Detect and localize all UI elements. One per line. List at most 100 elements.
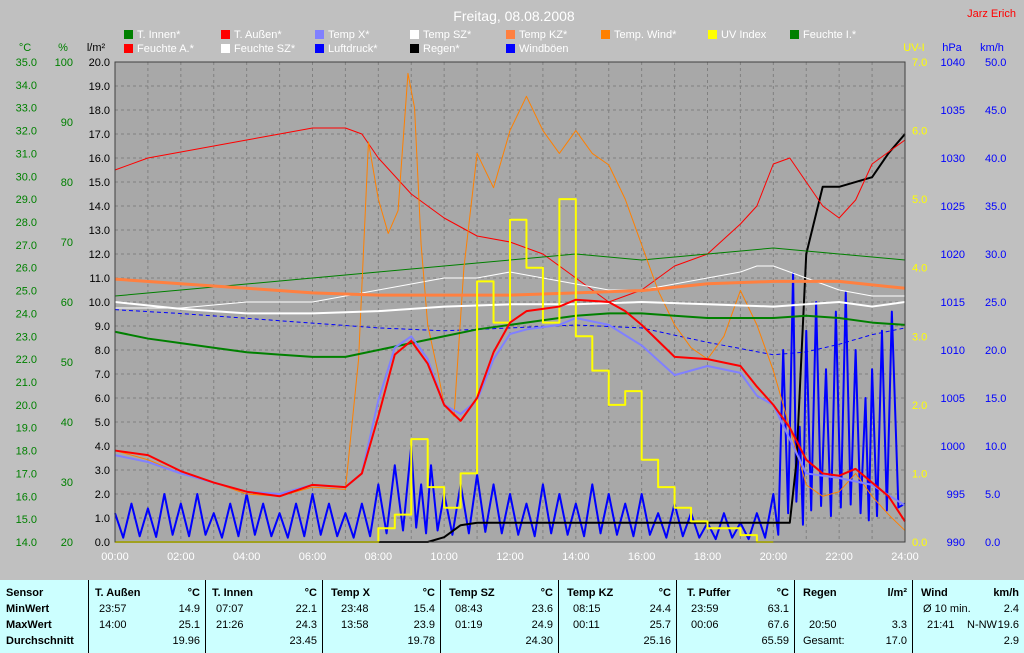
stat-max-val: 23.9 bbox=[413, 619, 435, 631]
stat-header: Regen bbox=[803, 587, 837, 599]
axis-unit-humidity: % bbox=[58, 42, 68, 54]
y-tick-temp: 20.0 bbox=[16, 400, 37, 412]
y-tick-rain: 17.0 bbox=[89, 129, 110, 141]
legend-label: T. Außen* bbox=[234, 29, 282, 41]
legend-label: Feuchte A.* bbox=[137, 43, 195, 55]
legend-label: Temp KZ* bbox=[519, 29, 568, 41]
legend-swatch bbox=[790, 30, 799, 39]
y-tick-uv: 0.0 bbox=[912, 537, 927, 549]
legend-swatch bbox=[315, 44, 324, 53]
row-label-max: MaxWert bbox=[6, 619, 52, 631]
y-tick-temp: 16.0 bbox=[16, 491, 37, 503]
stat-col-t-innen: T. Innen °C 07:07 22.1 21:26 24.3 23.45 bbox=[205, 580, 323, 653]
y-tick-humidity: 100 bbox=[55, 57, 73, 69]
y-tick-temp: 28.0 bbox=[16, 217, 37, 229]
y-tick-rain: 15.0 bbox=[89, 177, 110, 189]
y-tick-rain: 14.0 bbox=[89, 201, 110, 213]
y-tick-temp: 25.0 bbox=[16, 286, 37, 298]
x-tick-label: 02:00 bbox=[167, 551, 195, 563]
y-tick-temp: 18.0 bbox=[16, 446, 37, 458]
legend-label: UV Index bbox=[721, 29, 767, 41]
stat-min-time: 23:48 bbox=[341, 603, 369, 615]
stat-max-val: 67.6 bbox=[767, 619, 789, 631]
legend-label: Temp SZ* bbox=[423, 29, 472, 41]
x-tick-label: 06:00 bbox=[299, 551, 327, 563]
y-tick-pressure: 1020 bbox=[941, 249, 965, 261]
row-label-min: MinWert bbox=[6, 603, 50, 615]
y-tick-rain: 8.0 bbox=[95, 345, 110, 357]
stat-header: T. Innen bbox=[212, 587, 253, 599]
legend-label: T. Innen* bbox=[137, 29, 181, 41]
y-tick-rain: 20.0 bbox=[89, 57, 110, 69]
x-tick-label: 14:00 bbox=[562, 551, 590, 563]
y-tick-rain: 1.0 bbox=[95, 513, 110, 525]
y-tick-pressure: 1035 bbox=[941, 105, 965, 117]
axis-unit-temp: °C bbox=[19, 42, 31, 54]
y-tick-humidity: 30 bbox=[61, 477, 73, 489]
x-tick-label: 12:00 bbox=[496, 551, 524, 563]
stat-min-val: 24.4 bbox=[649, 603, 671, 615]
y-tick-wind: 15.0 bbox=[985, 393, 1006, 405]
stat-header: Wind bbox=[921, 587, 948, 599]
y-tick-rain: 0.0 bbox=[95, 537, 110, 549]
stat-wind-avg: 2.4 bbox=[1003, 603, 1019, 615]
x-tick-label: 22:00 bbox=[825, 551, 853, 563]
stat-avg: 24.30 bbox=[525, 635, 553, 647]
legend-label: Windböen bbox=[519, 43, 569, 55]
stats-panel: Sensor MinWert MaxWert Durchschnitt T. A… bbox=[0, 580, 1024, 653]
stat-min-time: 08:43 bbox=[455, 603, 483, 615]
legend-swatch bbox=[124, 44, 133, 53]
legend-swatch bbox=[315, 30, 324, 39]
y-tick-temp: 21.0 bbox=[16, 377, 37, 389]
y-tick-uv: 6.0 bbox=[912, 126, 927, 138]
y-tick-wind: 20.0 bbox=[985, 345, 1006, 357]
stat-regen-val: 3.3 bbox=[891, 619, 907, 631]
stat-min-val: 14.9 bbox=[178, 603, 200, 615]
y-tick-humidity: 50 bbox=[61, 357, 73, 369]
row-label-sensor: Sensor bbox=[6, 587, 44, 599]
y-tick-pressure: 1005 bbox=[941, 393, 965, 405]
stat-regen-time: 20:50 bbox=[809, 619, 837, 631]
y-tick-temp: 26.0 bbox=[16, 263, 37, 275]
stat-unit: °C bbox=[187, 587, 200, 599]
y-tick-temp: 15.0 bbox=[16, 514, 37, 526]
x-tick-label: 18:00 bbox=[694, 551, 722, 563]
y-tick-wind: 5.0 bbox=[985, 489, 1000, 501]
stat-wind-mean: 2.9 bbox=[1003, 635, 1019, 647]
legend-label: Temp X* bbox=[328, 29, 370, 41]
legend-label: Luftdruck* bbox=[328, 43, 378, 55]
stat-max-time: 14:00 bbox=[99, 619, 127, 631]
legend-swatch bbox=[506, 30, 515, 39]
y-tick-temp: 29.0 bbox=[16, 194, 37, 206]
stat-unit: °C bbox=[304, 587, 317, 599]
stat-header: T. Puffer bbox=[687, 587, 731, 599]
y-tick-humidity: 90 bbox=[61, 117, 73, 129]
y-tick-rain: 4.0 bbox=[95, 441, 110, 453]
y-tick-wind: 35.0 bbox=[985, 201, 1006, 213]
stat-min-time: 23:59 bbox=[691, 603, 719, 615]
stat-min-time: 07:07 bbox=[216, 603, 244, 615]
y-tick-rain: 3.0 bbox=[95, 465, 110, 477]
y-tick-temp: 34.0 bbox=[16, 80, 37, 92]
stat-col-regen: Regen l/m² 20:50 3.3 Gesamt: 17.0 bbox=[794, 580, 913, 653]
y-tick-temp: 22.0 bbox=[16, 354, 37, 366]
legend-swatch bbox=[221, 30, 230, 39]
x-tick-label: 16:00 bbox=[628, 551, 656, 563]
y-tick-uv: 5.0 bbox=[912, 194, 927, 206]
y-tick-rain: 10.0 bbox=[89, 297, 110, 309]
weather-chart: Freitag, 08.08.2008 Jarz Erich T. Innen*… bbox=[16, 8, 1016, 563]
y-tick-uv: 1.0 bbox=[912, 468, 927, 480]
y-tick-rain: 12.0 bbox=[89, 249, 110, 261]
stat-min-time: 08:15 bbox=[573, 603, 601, 615]
stat-wind-max-dir: N-NW bbox=[967, 619, 997, 631]
stat-min-time: 23:57 bbox=[99, 603, 127, 615]
y-tick-temp: 24.0 bbox=[16, 308, 37, 320]
stat-avg: 25.16 bbox=[643, 635, 671, 647]
y-tick-rain: 19.0 bbox=[89, 81, 110, 93]
row-label-avg: Durchschnitt bbox=[6, 635, 74, 647]
stat-max-time: 13:58 bbox=[341, 619, 369, 631]
x-tick-label: 04:00 bbox=[233, 551, 261, 563]
stat-wind-max-time: 21:41 bbox=[927, 619, 955, 631]
y-tick-temp: 23.0 bbox=[16, 331, 37, 343]
stat-max-time: 01:19 bbox=[455, 619, 483, 631]
